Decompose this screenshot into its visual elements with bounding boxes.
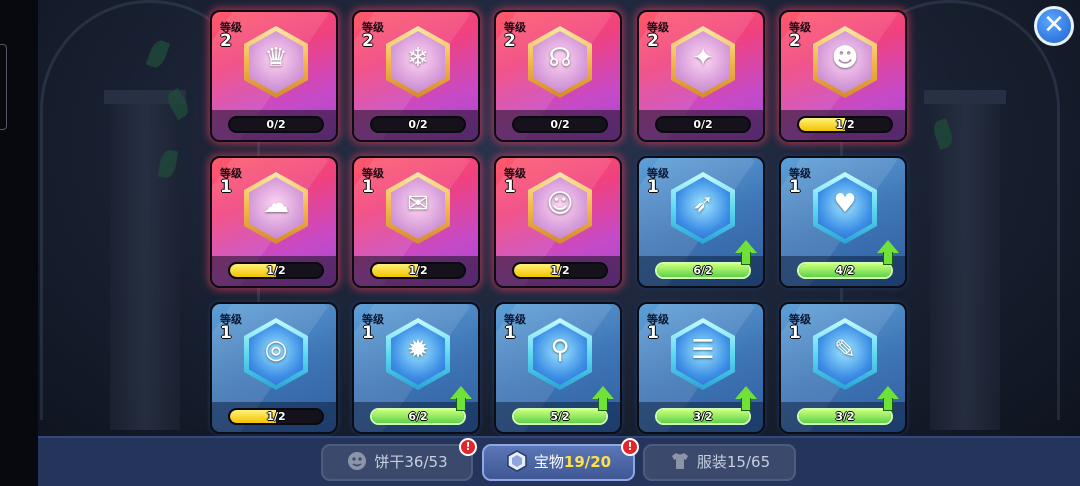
mummy-head-icon: ☻	[831, 43, 859, 73]
progress-text: 0/2	[408, 118, 428, 131]
treasure-card[interactable]: 等级 1 ☺ 1/2	[494, 156, 622, 288]
upgrade-arrow-stem	[741, 398, 751, 411]
cat-balloon-icon: ☺	[546, 189, 574, 219]
level-number: 2	[220, 31, 232, 51]
spiral-shell-icon: ◎	[264, 335, 288, 365]
old-scroll-icon: ✎	[834, 335, 856, 365]
progress-text: 1/2	[266, 264, 286, 277]
upgrade-arrow-stem	[883, 252, 893, 265]
progress-bar: 1/2	[228, 262, 324, 279]
tab-costumes-label: 服装	[696, 453, 727, 471]
alert-badge: !	[459, 438, 477, 456]
level-number: 1	[504, 323, 516, 343]
treasure-card[interactable]: 等级 1 ☰ 3/2	[637, 302, 765, 434]
progress-text: 0/2	[266, 118, 286, 131]
upgrade-arrow-stem	[741, 252, 751, 265]
progress-text: 0/2	[550, 118, 570, 131]
treasure-card[interactable]: 等级 1 ✉ 1/2	[352, 156, 480, 288]
level-number: 1	[647, 323, 659, 343]
blue-tome-icon: ✦	[692, 43, 714, 73]
cookie-face-icon	[348, 452, 367, 470]
treasure-card[interactable]: 等级 2 ♛ 0/2	[210, 10, 338, 142]
progress-bar: 1/2	[512, 262, 608, 279]
tab-costumes[interactable]: 服装15/65	[643, 444, 796, 481]
upgrade-arrow-icon[interactable]	[735, 240, 757, 266]
tab-treasures-label: 宝物	[533, 453, 564, 471]
level-number: 2	[647, 31, 659, 51]
progress-text: 1/2	[835, 118, 855, 131]
magic-wand-icon: ⚲	[550, 335, 570, 365]
left-edge-panel	[0, 0, 38, 486]
progress-bar: 0/2	[370, 116, 466, 133]
progress-bar: 0/2	[512, 116, 608, 133]
progress-bar: 0/2	[655, 116, 751, 133]
bone-bow-icon: ➶	[692, 189, 714, 219]
close-button[interactable]: ✕	[1034, 6, 1074, 46]
cloud-dragon-icon: ☁	[263, 189, 289, 219]
level-number: 1	[789, 177, 801, 197]
dark-crystal-icon: ✹	[407, 335, 429, 365]
collection-screen: ✕ 等级 2 ♛ 0/2 等级 2 ❄ 0/2 等级 2 ☊ 0/2 等级 2 ✦ 0/2 等级 2 ☻ 1/2 等级 1…	[0, 0, 1080, 486]
level-number: 1	[789, 323, 801, 343]
level-number: 1	[362, 177, 374, 197]
treasure-card[interactable]: 等级 1 ♥ 4/2	[779, 156, 907, 288]
upgrade-arrow-stem	[598, 398, 608, 411]
upgrade-arrow-icon[interactable]	[877, 240, 899, 266]
level-number: 2	[789, 31, 801, 51]
progress-text: 1/2	[550, 264, 570, 277]
upgrade-arrow-icon[interactable]	[592, 386, 614, 412]
level-number: 1	[220, 177, 232, 197]
level-number: 1	[220, 323, 232, 343]
tab-treasures[interactable]: 宝物19/20 !	[482, 438, 639, 481]
progress-text: 1/2	[408, 264, 428, 277]
treasure-card[interactable]: 等级 2 ✦ 0/2	[637, 10, 765, 142]
tab-cookies-label: 饼干	[374, 453, 405, 471]
bottom-tab-bar: 饼干36/53 ! 宝物19/20 ! 服装15/65	[38, 436, 1080, 486]
level-number: 2	[504, 31, 516, 51]
tab-cookies-count: 36/53	[404, 453, 448, 471]
progress-bar: 0/2	[228, 116, 324, 133]
upgrade-arrow-icon[interactable]	[450, 386, 472, 412]
upgrade-arrow-icon[interactable]	[735, 386, 757, 412]
tab-costumes-count: 15/65	[726, 453, 771, 471]
progress-bar: 1/2	[370, 262, 466, 279]
recipe-book-icon: ☰	[691, 335, 715, 365]
treasure-card[interactable]: 等级 1 ☁ 1/2	[210, 156, 338, 288]
treasure-card[interactable]: 等级 2 ☊ 0/2	[494, 10, 622, 142]
heart-compass-icon: ♥	[833, 189, 857, 219]
tab-cookies[interactable]: 饼干36/53 !	[321, 438, 477, 481]
level-number: 1	[647, 177, 659, 197]
upgrade-arrow-stem	[456, 398, 466, 411]
treasure-card[interactable]: 等级 1 ✹ 6/2	[352, 302, 480, 434]
alert-badge: !	[621, 438, 639, 456]
progress-bar: 1/2	[228, 408, 324, 425]
level-number: 1	[504, 177, 516, 197]
treasure-card[interactable]: 等级 1 ◎ 1/2	[210, 302, 338, 434]
progress-bar: 1/2	[797, 116, 893, 133]
crystal-branch-icon: ❄	[407, 43, 429, 73]
treasure-card[interactable]: 等级 1 ✎ 3/2	[779, 302, 907, 434]
treasure-card[interactable]: 等级 2 ☻ 1/2	[779, 10, 907, 142]
flame-crown-icon: ♛	[264, 43, 288, 73]
progress-text: 1/2	[266, 410, 286, 423]
tab-treasures-count: 19/20	[563, 453, 612, 471]
level-number: 2	[362, 31, 374, 51]
hexagon-gem-icon	[507, 450, 527, 472]
upgrade-arrow-stem	[883, 398, 893, 411]
side-pull-tab[interactable]	[0, 44, 7, 130]
upgrade-arrow-icon[interactable]	[877, 386, 899, 412]
flamingo-float-icon: ☊	[548, 43, 572, 73]
level-number: 1	[362, 323, 374, 343]
progress-text: 0/2	[693, 118, 713, 131]
shirt-icon	[671, 453, 688, 469]
treasure-card[interactable]: 等级 1 ➶ 6/2	[637, 156, 765, 288]
treasure-card[interactable]: 等级 1 ⚲ 5/2	[494, 302, 622, 434]
treasure-map-icon: ✉	[407, 189, 429, 219]
treasure-card[interactable]: 等级 2 ❄ 0/2	[352, 10, 480, 142]
